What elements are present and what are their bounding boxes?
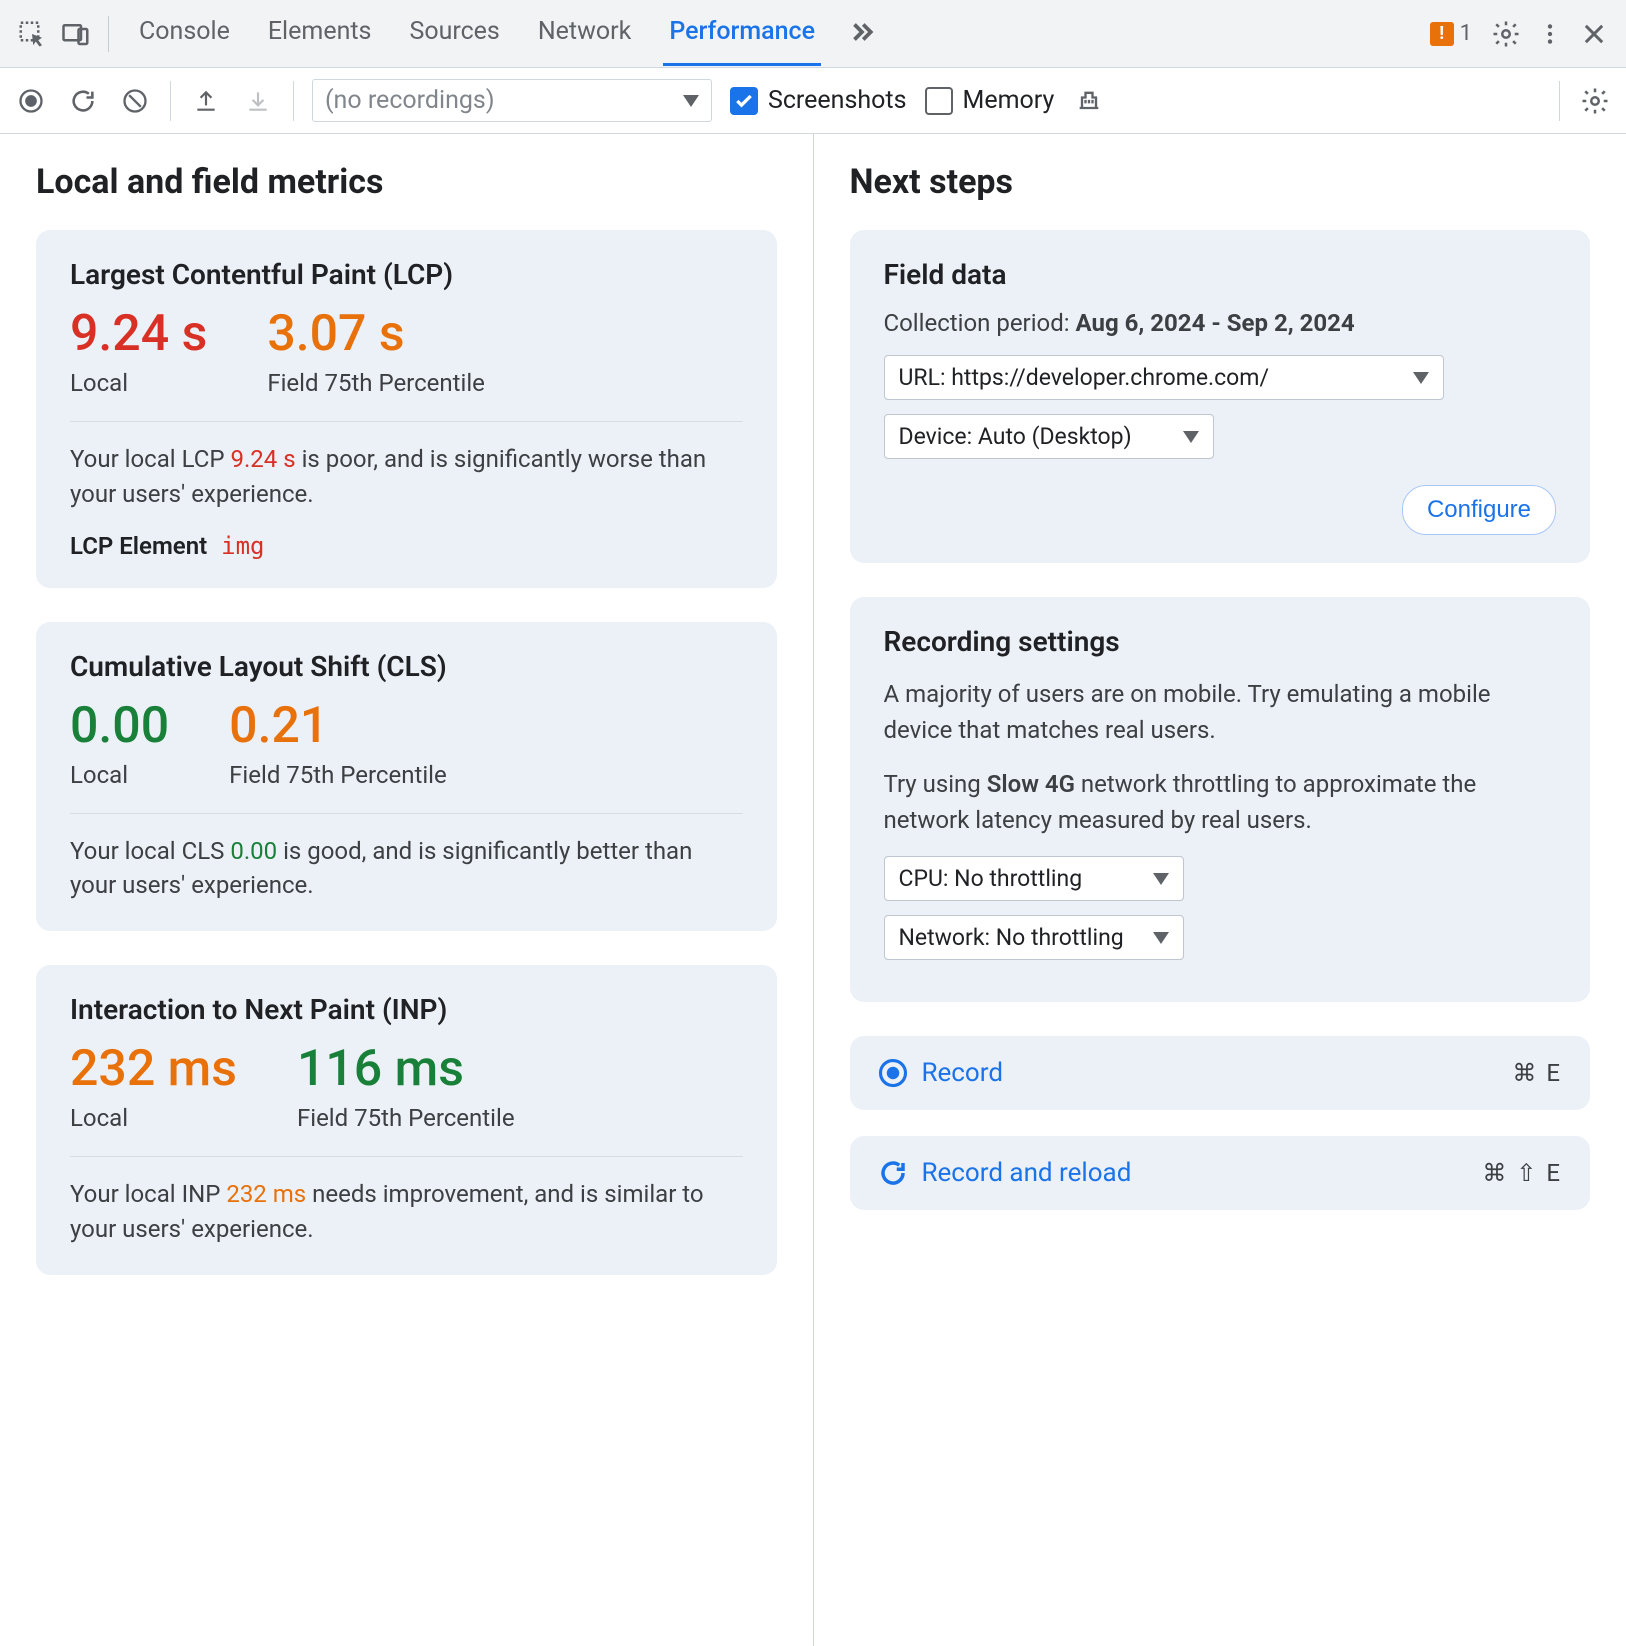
lcp-local-label: Local <box>70 369 207 397</box>
field-data-card: Field data Collection period: Aug 6, 202… <box>850 230 1591 563</box>
record-action[interactable]: Record ⌘ E <box>850 1036 1591 1110</box>
chevron-down-icon <box>683 95 699 107</box>
divider <box>293 81 294 121</box>
screenshots-label: Screenshots <box>768 86 907 115</box>
field-data-title: Field data <box>884 258 1557 291</box>
recording-settings-title: Recording settings <box>884 625 1557 658</box>
settings-icon[interactable] <box>1488 16 1524 52</box>
collect-garbage-icon[interactable] <box>1072 84 1106 118</box>
recording-note-1: A majority of users are on mobile. Try e… <box>884 676 1557 748</box>
memory-checkbox[interactable]: Memory <box>925 86 1055 115</box>
lcp-local-value: 9.24 s <box>70 309 207 359</box>
lcp-element-label: LCP Element <box>70 532 207 560</box>
tab-performance[interactable]: Performance <box>663 1 821 66</box>
record-label: Record <box>922 1058 1003 1088</box>
record-icon[interactable] <box>14 84 48 118</box>
clear-icon[interactable] <box>118 84 152 118</box>
url-select[interactable]: URL: https://developer.chrome.com/ <box>884 355 1444 400</box>
lcp-field-label: Field 75th Percentile <box>267 369 485 397</box>
next-steps-heading: Next steps <box>850 162 1591 202</box>
checkbox-icon <box>925 87 953 115</box>
divider <box>70 813 743 814</box>
tab-sources[interactable]: Sources <box>403 1 505 66</box>
recording-note-2: Try using Slow 4G network throttling to … <box>884 766 1557 838</box>
cls-field-label: Field 75th Percentile <box>229 761 447 789</box>
record-reload-action[interactable]: Record and reload ⌘ ⇧ E <box>850 1136 1591 1210</box>
device-select[interactable]: Device: Auto (Desktop) <box>884 414 1214 459</box>
cls-card: Cumulative Layout Shift (CLS) 0.00 Local… <box>36 622 777 932</box>
divider <box>108 16 109 52</box>
divider <box>70 1156 743 1157</box>
divider <box>1559 81 1560 121</box>
record-reload-label: Record and reload <box>922 1158 1132 1188</box>
download-icon[interactable] <box>241 84 275 118</box>
issues-badge[interactable]: ! 1 <box>1430 21 1472 46</box>
performance-panel: Local and field metrics Largest Contentf… <box>0 134 1626 1646</box>
tab-elements[interactable]: Elements <box>262 1 378 66</box>
tab-network[interactable]: Network <box>532 1 637 66</box>
cls-description: Your local CLS 0.00 is good, and is sign… <box>70 834 743 904</box>
more-icon[interactable] <box>1532 16 1568 52</box>
recording-settings-card: Recording settings A majority of users a… <box>850 597 1591 1002</box>
metrics-column: Local and field metrics Largest Contentf… <box>0 134 813 1646</box>
memory-label: Memory <box>963 86 1055 115</box>
performance-toolbar: (no recordings) Screenshots Memory <box>0 68 1626 134</box>
tab-list: Console Elements Sources Network Perform… <box>133 1 877 66</box>
cpu-throttle-select[interactable]: CPU: No throttling <box>884 856 1184 901</box>
inspect-element-icon[interactable] <box>14 16 50 52</box>
chevron-down-icon <box>1153 932 1169 944</box>
inp-title: Interaction to Next Paint (INP) <box>70 993 743 1026</box>
chevron-down-icon <box>1413 372 1429 384</box>
record-reload-shortcut: ⌘ ⇧ E <box>1482 1159 1562 1187</box>
device-select-value: Device: Auto (Desktop) <box>899 423 1132 450</box>
upload-icon[interactable] <box>189 84 223 118</box>
issues-count: 1 <box>1460 21 1472 46</box>
cpu-throttle-value: CPU: No throttling <box>899 865 1083 892</box>
inp-local-value: 232 ms <box>70 1044 237 1094</box>
record-shortcut: ⌘ E <box>1512 1059 1562 1087</box>
inp-field-label: Field 75th Percentile <box>297 1104 515 1132</box>
lcp-element-row: LCP Element img <box>70 532 743 560</box>
devtools-tab-bar: Console Elements Sources Network Perform… <box>0 0 1626 68</box>
cls-local-label: Local <box>70 761 169 789</box>
lcp-element-tag[interactable]: img <box>221 532 264 560</box>
lcp-title: Largest Contentful Paint (LCP) <box>70 258 743 291</box>
warning-icon: ! <box>1430 22 1454 46</box>
chevron-down-icon <box>1153 873 1169 885</box>
divider <box>70 421 743 422</box>
cls-title: Cumulative Layout Shift (CLS) <box>70 650 743 683</box>
toggle-device-icon[interactable] <box>58 16 94 52</box>
recordings-dropdown[interactable]: (no recordings) <box>312 79 712 122</box>
collection-period: Collection period: Aug 6, 2024 - Sep 2, … <box>884 309 1557 337</box>
cls-field-value: 0.21 <box>229 701 447 751</box>
network-throttle-value: Network: No throttling <box>899 924 1124 951</box>
tab-console[interactable]: Console <box>133 1 236 66</box>
capture-settings-icon[interactable] <box>1578 84 1612 118</box>
url-select-value: URL: https://developer.chrome.com/ <box>899 364 1269 391</box>
inp-card: Interaction to Next Paint (INP) 232 ms L… <box>36 965 777 1275</box>
reload-icon <box>878 1158 908 1188</box>
lcp-description: Your local LCP 9.24 s is poor, and is si… <box>70 442 743 512</box>
checkbox-icon <box>730 87 758 115</box>
metrics-heading: Local and field metrics <box>36 162 777 202</box>
divider <box>170 81 171 121</box>
cls-local-value: 0.00 <box>70 701 169 751</box>
record-icon <box>878 1058 908 1088</box>
inp-description: Your local INP 232 ms needs improvement,… <box>70 1177 743 1247</box>
screenshots-checkbox[interactable]: Screenshots <box>730 86 907 115</box>
configure-button[interactable]: Configure <box>1402 485 1556 535</box>
network-throttle-select[interactable]: Network: No throttling <box>884 915 1184 960</box>
chevron-down-icon <box>1183 431 1199 443</box>
tab-overflow-icon[interactable] <box>847 1 877 66</box>
lcp-field-value: 3.07 s <box>267 309 485 359</box>
lcp-card: Largest Contentful Paint (LCP) 9.24 s Lo… <box>36 230 777 588</box>
recordings-placeholder: (no recordings) <box>325 86 495 115</box>
reload-icon[interactable] <box>66 84 100 118</box>
inp-local-label: Local <box>70 1104 237 1132</box>
next-steps-column: Next steps Field data Collection period:… <box>813 134 1626 1646</box>
close-icon[interactable] <box>1576 16 1612 52</box>
inp-field-value: 116 ms <box>297 1044 515 1094</box>
